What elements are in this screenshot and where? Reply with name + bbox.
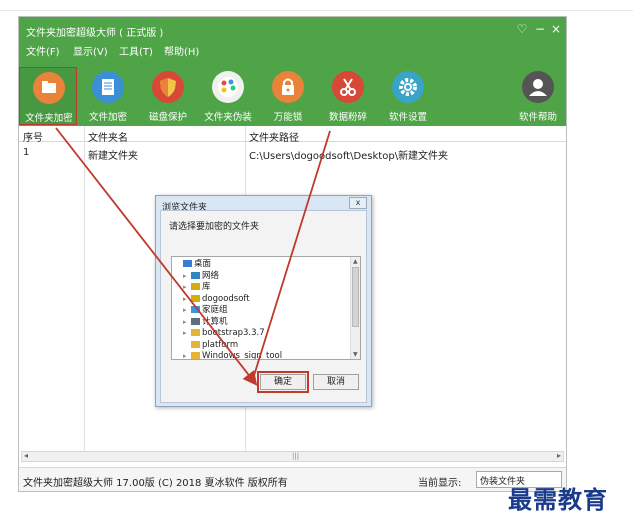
annotation-arrows bbox=[55, 127, 331, 386]
annotation-arrow bbox=[251, 130, 331, 383]
watermark-text: 最需教育 bbox=[508, 485, 608, 514]
annotation-arrow bbox=[55, 127, 258, 386]
